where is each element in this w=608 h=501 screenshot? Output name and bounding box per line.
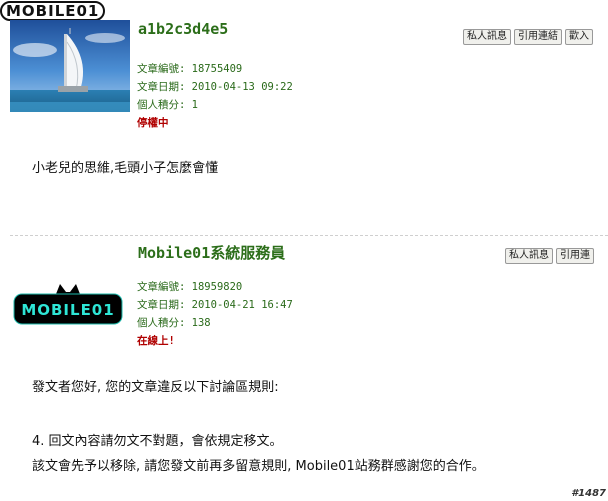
post-date-row: 文章日期: 2010-04-13 09:22: [137, 81, 293, 93]
post-text-line: 小老兒的思維,毛頭小子怎麼會懂: [32, 161, 219, 176]
avatar-logo-text: MOBILE01: [21, 301, 114, 319]
post-meta: 文章編號: 18959820 文章日期: 2010-04-21 16:47 個人…: [137, 278, 293, 350]
user-score-row: 個人積分: 138: [137, 317, 211, 329]
post-date-row: 文章日期: 2010-04-21 16:47: [137, 299, 293, 311]
post-divider: [10, 235, 608, 236]
site-logo-text: MOBILE01: [0, 1, 106, 21]
site-logo[interactable]: MOBILE01: [0, 0, 124, 22]
user-avatar[interactable]: [10, 20, 130, 112]
post-id-row: 文章編號: 18959820: [137, 281, 243, 293]
post-meta: 文章編號: 18755409 文章日期: 2010-04-13 09:22 個人…: [137, 60, 293, 132]
quote-link-button[interactable]: 引用連結: [514, 29, 562, 45]
user-avatar[interactable]: MOBILE01: [10, 282, 126, 330]
user-score-row: 個人積分: 1: [137, 99, 198, 111]
post-number-link[interactable]: #1487: [571, 488, 606, 499]
user-status: 停權中: [137, 117, 169, 129]
quote-link-button[interactable]: 引用連: [556, 248, 594, 264]
post-content: 小老兒的思維,毛頭小子怎麼會懂: [32, 157, 218, 176]
post-author-name[interactable]: Mobile01系統服務員: [138, 242, 285, 263]
private-message-button[interactable]: 私人訊息: [505, 248, 553, 264]
post-text-line: 該文會先予以移除, 請您發文前再多留意規則, Mobile01站務群感謝您的合作…: [32, 459, 485, 474]
burj-al-arab-photo: [10, 20, 130, 112]
post-author-name[interactable]: a1b2c3d4e5: [138, 20, 228, 38]
post-id-row: 文章編號: 18755409: [137, 63, 243, 75]
post-action-bar: 私人訊息 引用連: [505, 243, 597, 264]
post-action-bar: 私人訊息 引用連結 歡入: [463, 24, 596, 45]
welcome-button[interactable]: 歡入: [565, 29, 593, 45]
post-text-line: 發文者您好, 您的文章違反以下討論區規則:: [32, 380, 279, 395]
mobile01-logo-avatar: MOBILE01: [10, 282, 126, 330]
post-content: 4. 回文內容請勿文不對題，會依規定移文。 該文會先予以移除, 請您發文前再多留…: [32, 430, 485, 474]
private-message-button[interactable]: 私人訊息: [463, 29, 511, 45]
post-text-line: 4. 回文內容請勿文不對題，會依規定移文。: [32, 434, 283, 449]
post-content: 發文者您好, 您的文章違反以下討論區規則:: [32, 376, 279, 395]
user-status: 在線上!: [137, 335, 175, 347]
